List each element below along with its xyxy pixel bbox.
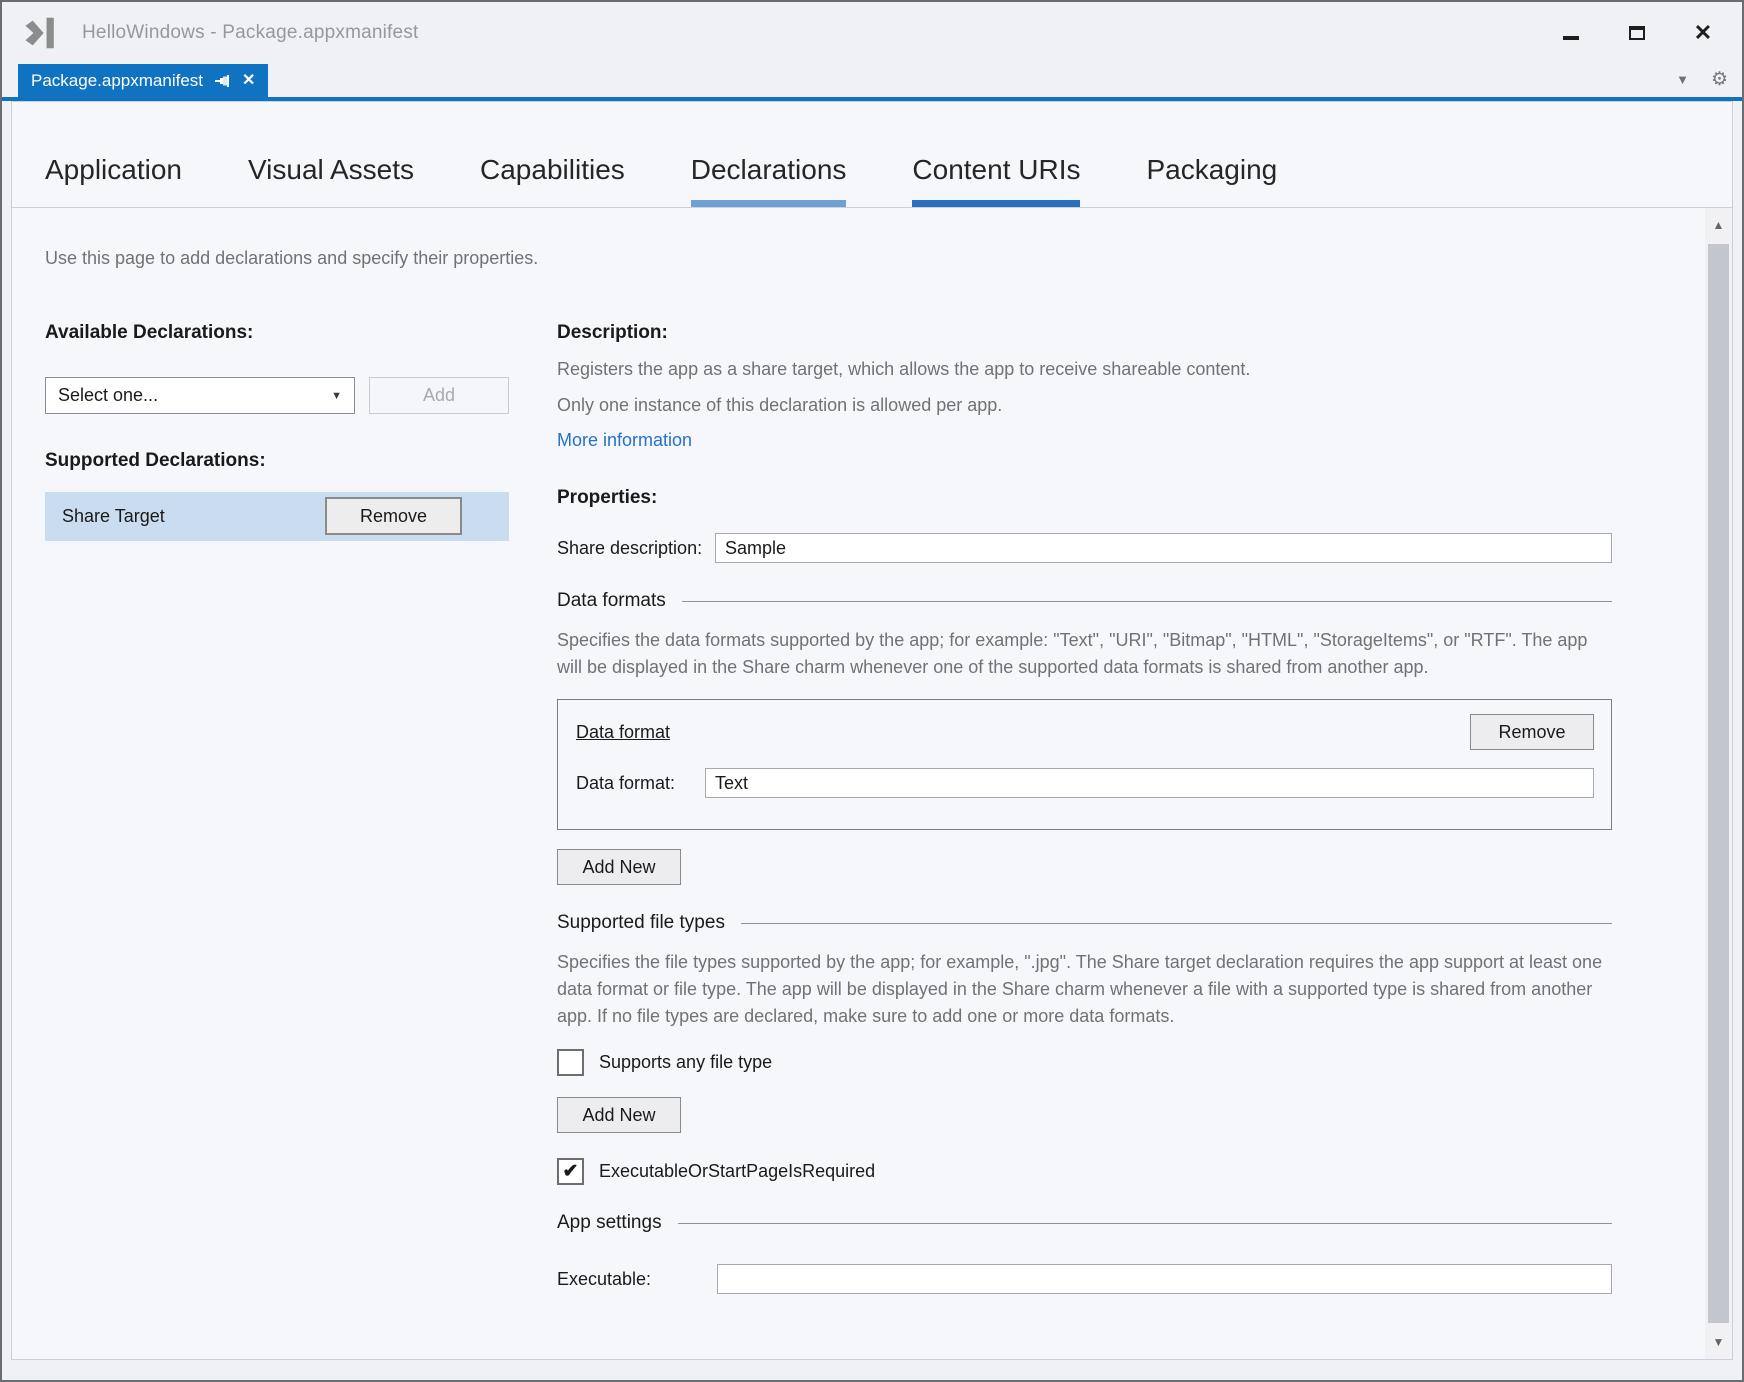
tab-packaging[interactable]: Packaging: [1146, 154, 1277, 207]
more-information-link[interactable]: More information: [557, 430, 692, 451]
app-settings-rule: [678, 1223, 1612, 1224]
data-format-label: Data format:: [576, 773, 705, 794]
available-declarations-row: Select one... ▼ Add: [45, 377, 557, 414]
share-description-row: Share description:: [557, 533, 1612, 563]
properties-heading: Properties:: [557, 487, 1612, 509]
data-formats-section-head: Data formats: [557, 590, 1612, 612]
add-new-file-type-button[interactable]: Add New: [557, 1097, 681, 1133]
visual-studio-logo-icon: [22, 17, 58, 49]
tab-strip-tools: ▼ ⚙: [1676, 70, 1728, 89]
supported-file-types-title: Supported file types: [557, 912, 725, 934]
minimize-button[interactable]: [1560, 22, 1582, 44]
declaration-select-value: Select one...: [58, 385, 158, 406]
executable-required-checkbox[interactable]: ✔: [557, 1158, 584, 1185]
description-line-1: Registers the app as a share target, whi…: [557, 359, 1612, 380]
left-panel: Available Declarations: Select one... ▼ …: [45, 322, 557, 1294]
add-new-data-format-button[interactable]: Add New: [557, 849, 681, 885]
manifest-tab-bar: Application Visual Assets Capabilities D…: [12, 102, 1732, 208]
description-heading: Description:: [557, 322, 1612, 344]
share-description-label: Share description:: [557, 538, 715, 559]
maximize-button[interactable]: [1626, 22, 1648, 44]
data-formats-description: Specifies the data formats supported by …: [557, 627, 1612, 681]
supported-declarations-heading: Supported Declarations:: [45, 450, 557, 472]
supported-file-types-rule: [741, 923, 1612, 924]
tab-application[interactable]: Application: [45, 154, 182, 207]
executable-row: Executable:: [557, 1264, 1612, 1294]
right-panel: Description: Registers the app as a shar…: [557, 322, 1612, 1294]
tab-close-icon[interactable]: ✕: [242, 73, 255, 89]
data-format-item-title[interactable]: Data format: [576, 722, 670, 743]
scrollbar-thumb[interactable]: [1708, 244, 1729, 1323]
description-line-2: Only one instance of this declaration is…: [557, 395, 1612, 416]
supported-file-types-description: Specifies the file types supported by th…: [557, 949, 1612, 1030]
supports-any-file-type-checkbox[interactable]: ✔: [557, 1049, 584, 1076]
window-title: HelloWindows - Package.appxmanifest: [82, 22, 419, 44]
app-settings-title: App settings: [557, 1212, 662, 1234]
data-formats-rule: [682, 601, 1612, 602]
app-settings-section-head: App settings: [557, 1212, 1612, 1234]
scroll-down-icon[interactable]: ▼: [1705, 1325, 1732, 1359]
maximize-icon: [1629, 26, 1645, 40]
executable-label: Executable:: [557, 1269, 717, 1290]
supported-file-types-section-head: Supported file types: [557, 912, 1612, 934]
declarations-page: Use this page to add declarations and sp…: [12, 208, 1732, 1359]
pin-icon[interactable]: [215, 74, 230, 88]
declarations-content: Use this page to add declarations and sp…: [12, 208, 1705, 1359]
close-icon: ✕: [1694, 22, 1712, 44]
window-list-chevron-icon[interactable]: ▼: [1676, 72, 1689, 87]
close-button[interactable]: ✕: [1692, 22, 1714, 44]
supports-any-file-type-row: ✔ Supports any file type: [557, 1049, 1612, 1076]
tab-visual-assets[interactable]: Visual Assets: [248, 154, 414, 207]
columns: Available Declarations: Select one... ▼ …: [45, 322, 1705, 1294]
page-intro: Use this page to add declarations and sp…: [45, 248, 1705, 269]
available-declarations-heading: Available Declarations:: [45, 322, 557, 344]
dropdown-arrow-icon: ▼: [331, 390, 342, 402]
share-description-input[interactable]: [715, 533, 1612, 563]
executable-input[interactable]: [717, 1264, 1612, 1294]
vs-window: HelloWindows - Package.appxmanifest ✕ Pa…: [0, 0, 1744, 1382]
tab-declarations[interactable]: Declarations: [691, 154, 847, 207]
remove-data-format-button[interactable]: Remove: [1470, 714, 1594, 750]
tab-content-uris[interactable]: Content URIs: [912, 154, 1080, 207]
document-tab-label: Package.appxmanifest: [31, 71, 203, 91]
data-format-group-top: Data format Remove: [576, 714, 1594, 750]
supported-declaration-row[interactable]: Share Target Remove: [45, 492, 509, 541]
executable-required-row: ✔ ExecutableOrStartPageIsRequired: [557, 1158, 1612, 1185]
data-format-group: Data format Remove Data format:: [557, 699, 1612, 830]
window-controls: ✕: [1560, 22, 1714, 44]
data-format-input[interactable]: [705, 768, 1594, 798]
tab-capabilities[interactable]: Capabilities: [480, 154, 625, 207]
title-bar: HelloWindows - Package.appxmanifest ✕: [2, 2, 1742, 64]
executable-required-label: ExecutableOrStartPageIsRequired: [599, 1161, 875, 1182]
manifest-designer: Application Visual Assets Capabilities D…: [11, 101, 1733, 1360]
data-format-field-row: Data format:: [576, 768, 1594, 798]
document-tab-strip: Package.appxmanifest ✕ ▼ ⚙: [2, 64, 1742, 101]
declaration-select[interactable]: Select one... ▼: [45, 377, 355, 414]
vertical-scrollbar[interactable]: ▲ ▼: [1705, 208, 1732, 1359]
minimize-icon: [1563, 36, 1579, 40]
document-tab[interactable]: Package.appxmanifest ✕: [18, 64, 268, 97]
scroll-up-icon[interactable]: ▲: [1705, 208, 1732, 242]
data-formats-title: Data formats: [557, 590, 666, 612]
remove-declaration-button[interactable]: Remove: [325, 497, 462, 535]
add-declaration-button[interactable]: Add: [369, 377, 509, 414]
checkmark-icon: ✔: [563, 1162, 579, 1181]
supported-declaration-name: Share Target: [62, 506, 165, 527]
supports-any-file-type-label: Supports any file type: [599, 1052, 772, 1073]
gear-icon[interactable]: ⚙: [1711, 70, 1728, 89]
